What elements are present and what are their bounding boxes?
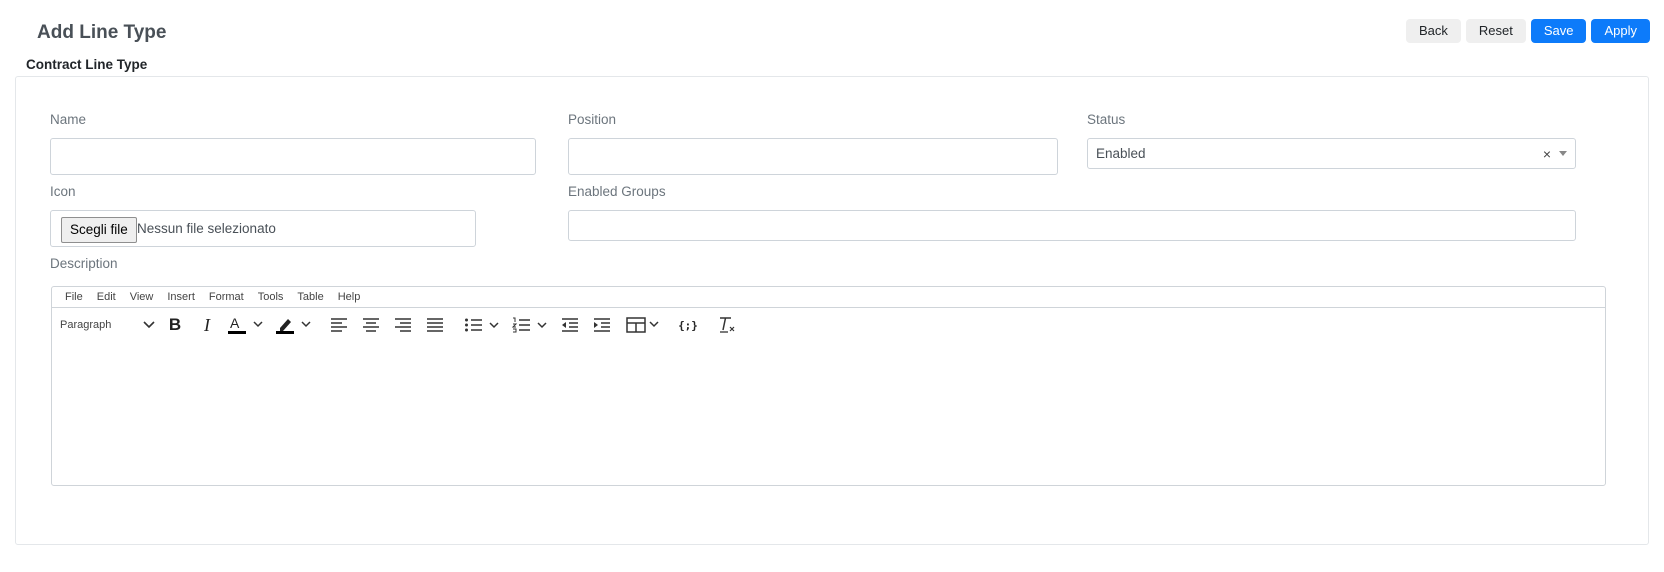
status-select[interactable]: Enabled × bbox=[1087, 138, 1576, 169]
icon-label: Icon bbox=[50, 184, 76, 199]
align-right-icon bbox=[395, 318, 411, 332]
code-variable-icon: {;} bbox=[678, 318, 698, 332]
clear-icon[interactable]: × bbox=[1543, 146, 1551, 162]
align-justify-button[interactable] bbox=[425, 314, 445, 336]
back-button[interactable]: Back bbox=[1405, 19, 1461, 43]
reset-button[interactable]: Reset bbox=[1465, 19, 1526, 43]
align-center-button[interactable] bbox=[361, 314, 381, 336]
menu-help[interactable]: Help bbox=[331, 291, 368, 303]
name-input[interactable] bbox=[50, 138, 536, 175]
editor-toolbar: Paragraph B I A {;} bbox=[52, 308, 1605, 342]
file-status-text: Nessun file selezionato bbox=[137, 221, 276, 236]
align-justify-icon bbox=[427, 318, 443, 332]
clear-formatting-icon bbox=[720, 317, 735, 333]
block-format-value: Paragraph bbox=[60, 319, 112, 331]
menu-table[interactable]: Table bbox=[290, 291, 330, 303]
name-label: Name bbox=[50, 112, 87, 127]
icon-file-input[interactable]: Scegli file Nessun file selezionato bbox=[50, 210, 476, 247]
menu-edit[interactable]: Edit bbox=[90, 291, 123, 303]
chevron-down-icon bbox=[143, 321, 155, 329]
outdent-icon bbox=[562, 318, 578, 332]
position-label: Position bbox=[568, 112, 617, 127]
dropdown-arrow-icon[interactable] bbox=[1559, 151, 1567, 156]
outdent-button[interactable] bbox=[560, 314, 580, 336]
page-title: Add Line Type bbox=[37, 22, 167, 43]
clear-formatting-button[interactable] bbox=[717, 314, 737, 336]
align-center-icon bbox=[363, 318, 379, 332]
text-color-icon: A bbox=[228, 315, 263, 334]
save-button[interactable]: Save bbox=[1530, 19, 1587, 43]
table-button[interactable] bbox=[626, 314, 662, 336]
block-format-select[interactable]: Paragraph bbox=[60, 314, 155, 336]
description-editor[interactable]: File Edit View Insert Format Tools Table… bbox=[51, 286, 1606, 486]
action-bar: Back Reset Save Apply bbox=[1405, 19, 1650, 43]
editor-menubar: File Edit View Insert Format Tools Table… bbox=[52, 287, 1605, 308]
indent-button[interactable] bbox=[592, 314, 612, 336]
menu-insert[interactable]: Insert bbox=[160, 291, 202, 303]
bullet-list-icon bbox=[465, 318, 499, 332]
menu-tools[interactable]: Tools bbox=[251, 291, 291, 303]
highlight-button[interactable] bbox=[274, 314, 316, 336]
bullet-list-button[interactable] bbox=[464, 314, 504, 336]
align-left-button[interactable] bbox=[329, 314, 349, 336]
menu-format[interactable]: Format bbox=[202, 291, 251, 303]
table-icon bbox=[626, 317, 659, 333]
italic-icon: I bbox=[204, 314, 210, 335]
variable-button[interactable]: {;} bbox=[677, 314, 699, 336]
menu-view[interactable]: View bbox=[123, 291, 161, 303]
align-right-button[interactable] bbox=[393, 314, 413, 336]
section-title: Contract Line Type bbox=[26, 57, 148, 72]
status-label: Status bbox=[1087, 112, 1126, 127]
position-input[interactable] bbox=[568, 138, 1058, 175]
enabled-groups-input[interactable] bbox=[568, 210, 1576, 241]
apply-button[interactable]: Apply bbox=[1591, 19, 1650, 43]
italic-button[interactable]: I bbox=[197, 314, 217, 336]
text-color-button[interactable]: A bbox=[226, 314, 268, 336]
highlight-icon bbox=[276, 319, 311, 334]
indent-icon bbox=[594, 318, 610, 332]
svg-text:A: A bbox=[230, 315, 240, 331]
enabled-groups-label: Enabled Groups bbox=[568, 184, 666, 199]
bold-icon: B bbox=[168, 315, 182, 334]
description-label: Description bbox=[50, 256, 118, 271]
align-left-icon bbox=[331, 318, 347, 332]
numbered-list-icon bbox=[512, 317, 547, 333]
bold-button[interactable]: B bbox=[165, 314, 185, 336]
choose-file-button[interactable]: Scegli file bbox=[61, 217, 137, 243]
numbered-list-button[interactable] bbox=[512, 314, 552, 336]
menu-file[interactable]: File bbox=[58, 291, 90, 303]
status-value: Enabled bbox=[1096, 146, 1146, 161]
